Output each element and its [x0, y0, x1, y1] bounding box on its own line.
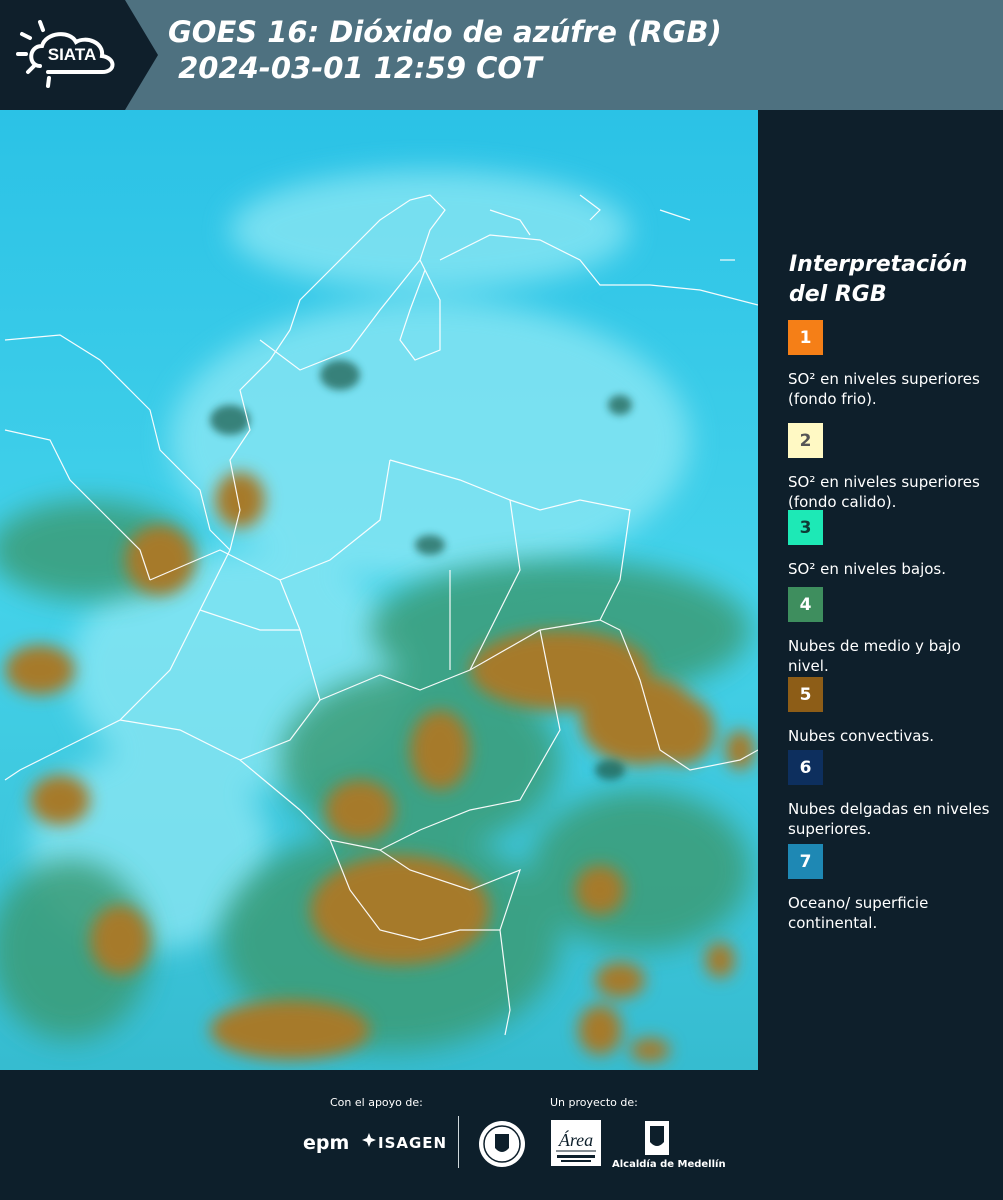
siata-logo[interactable]: SIATA	[0, 0, 160, 110]
legend-swatch: 7	[788, 844, 823, 879]
project-label: Un proyecto de:	[550, 1096, 638, 1109]
epm-logo[interactable]: epm	[303, 1132, 349, 1154]
page-title: GOES 16: Dióxido de azúfre (RGB) 2024-03…	[168, 14, 722, 86]
legend-label: SO² en niveles superiores (fondo frio).	[788, 370, 980, 408]
legend-item-6: 6 Nubes delgadas en niveles superiores.	[788, 750, 993, 839]
isagen-icon	[362, 1133, 376, 1147]
legend-swatch: 3	[788, 510, 823, 545]
header-bar: SIATA GOES 16: Dióxido de azúfre (RGB) 2…	[0, 0, 1003, 110]
legend-item-1: 1 SO² en niveles superiores (fondo frio).	[788, 320, 993, 409]
legend-panel: Interpretación del RGB 1 SO² en niveles s…	[760, 110, 1003, 1070]
footer: Con el apoyo de: Un proyecto de: epm ISA…	[0, 1070, 1003, 1200]
legend-item-3: 3 SO² en niveles bajos.	[788, 510, 993, 579]
title-product: GOES 16: Dióxido de azúfre (RGB)	[168, 15, 722, 49]
legend-item-5: 5 Nubes convectivas.	[788, 677, 993, 746]
svg-text:Área: Área	[558, 1129, 593, 1150]
logo-text: SIATA	[48, 45, 96, 64]
legend-label: Nubes delgadas en niveles superiores.	[788, 800, 990, 838]
isagen-logo[interactable]: ISAGEN	[378, 1134, 447, 1152]
legend-swatch: 5	[788, 677, 823, 712]
legend-item-4: 4 Nubes de medio y bajo nivel.	[788, 587, 993, 676]
footer-divider	[458, 1116, 459, 1168]
title-timestamp: 2024-03-01 12:59 COT	[168, 51, 542, 85]
legend-label: SO² en niveles bajos.	[788, 560, 947, 578]
legend-swatch: 1	[788, 320, 823, 355]
legend-swatch: 2	[788, 423, 823, 458]
legend-label: SO² en niveles superiores (fondo calido)…	[788, 473, 980, 511]
alcaldia-shield-icon[interactable]	[644, 1120, 670, 1156]
legend-label: Nubes convectivas.	[788, 727, 935, 745]
legend-title: Interpretación del RGB	[789, 252, 968, 307]
satellite-map[interactable]	[0, 110, 758, 1070]
alcaldia-label: Alcaldía de Medellín	[612, 1159, 726, 1170]
support-label: Con el apoyo de:	[330, 1096, 423, 1109]
legend-swatch: 6	[788, 750, 823, 785]
legend-item-2: 2 SO² en niveles superiores (fondo calido…	[788, 423, 993, 512]
legend-item-7: 7 Oceano/ superficie continental.	[788, 844, 993, 933]
legend-label: Nubes de medio y bajo nivel.	[788, 637, 961, 675]
legend-swatch: 4	[788, 587, 823, 622]
legend-label: Oceano/ superficie continental.	[788, 894, 929, 932]
medellin-seal-icon[interactable]	[478, 1120, 526, 1168]
area-metropolitana-logo[interactable]: Área	[551, 1120, 601, 1166]
